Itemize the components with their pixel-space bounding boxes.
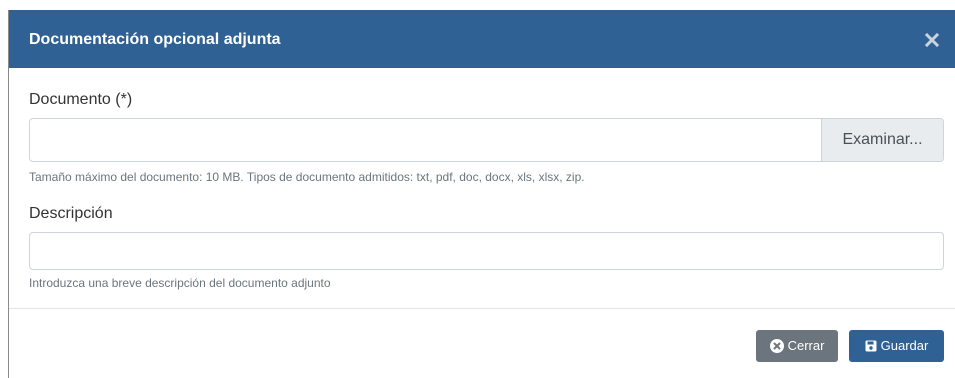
footer-divider (9, 308, 955, 309)
modal-header: Documentación opcional adjunta (9, 10, 955, 68)
document-file-input[interactable]: Examinar... (29, 118, 944, 162)
save-button[interactable]: Guardar (849, 330, 944, 362)
save-icon (865, 340, 877, 352)
description-help-text: Introduzca una breve descripción del doc… (29, 276, 331, 290)
close-icon[interactable] (923, 31, 941, 49)
cancel-button[interactable]: Cerrar (756, 330, 838, 362)
document-label: Documento (*) (29, 91, 133, 108)
description-label: Descripción (29, 205, 113, 222)
modal-title: Documentación opcional adjunta (29, 31, 281, 48)
times-circle-icon (769, 339, 784, 353)
attachment-modal: Documentación opcional adjunta Documento… (8, 10, 955, 378)
cancel-button-label: Cerrar (787, 338, 825, 353)
document-file-name[interactable] (30, 119, 821, 161)
document-help-text: Tamaño máximo del documento: 10 MB. Tipo… (29, 170, 585, 184)
description-input[interactable] (29, 232, 944, 270)
save-button-label: Guardar (880, 338, 929, 353)
browse-button[interactable]: Examinar... (821, 119, 943, 161)
